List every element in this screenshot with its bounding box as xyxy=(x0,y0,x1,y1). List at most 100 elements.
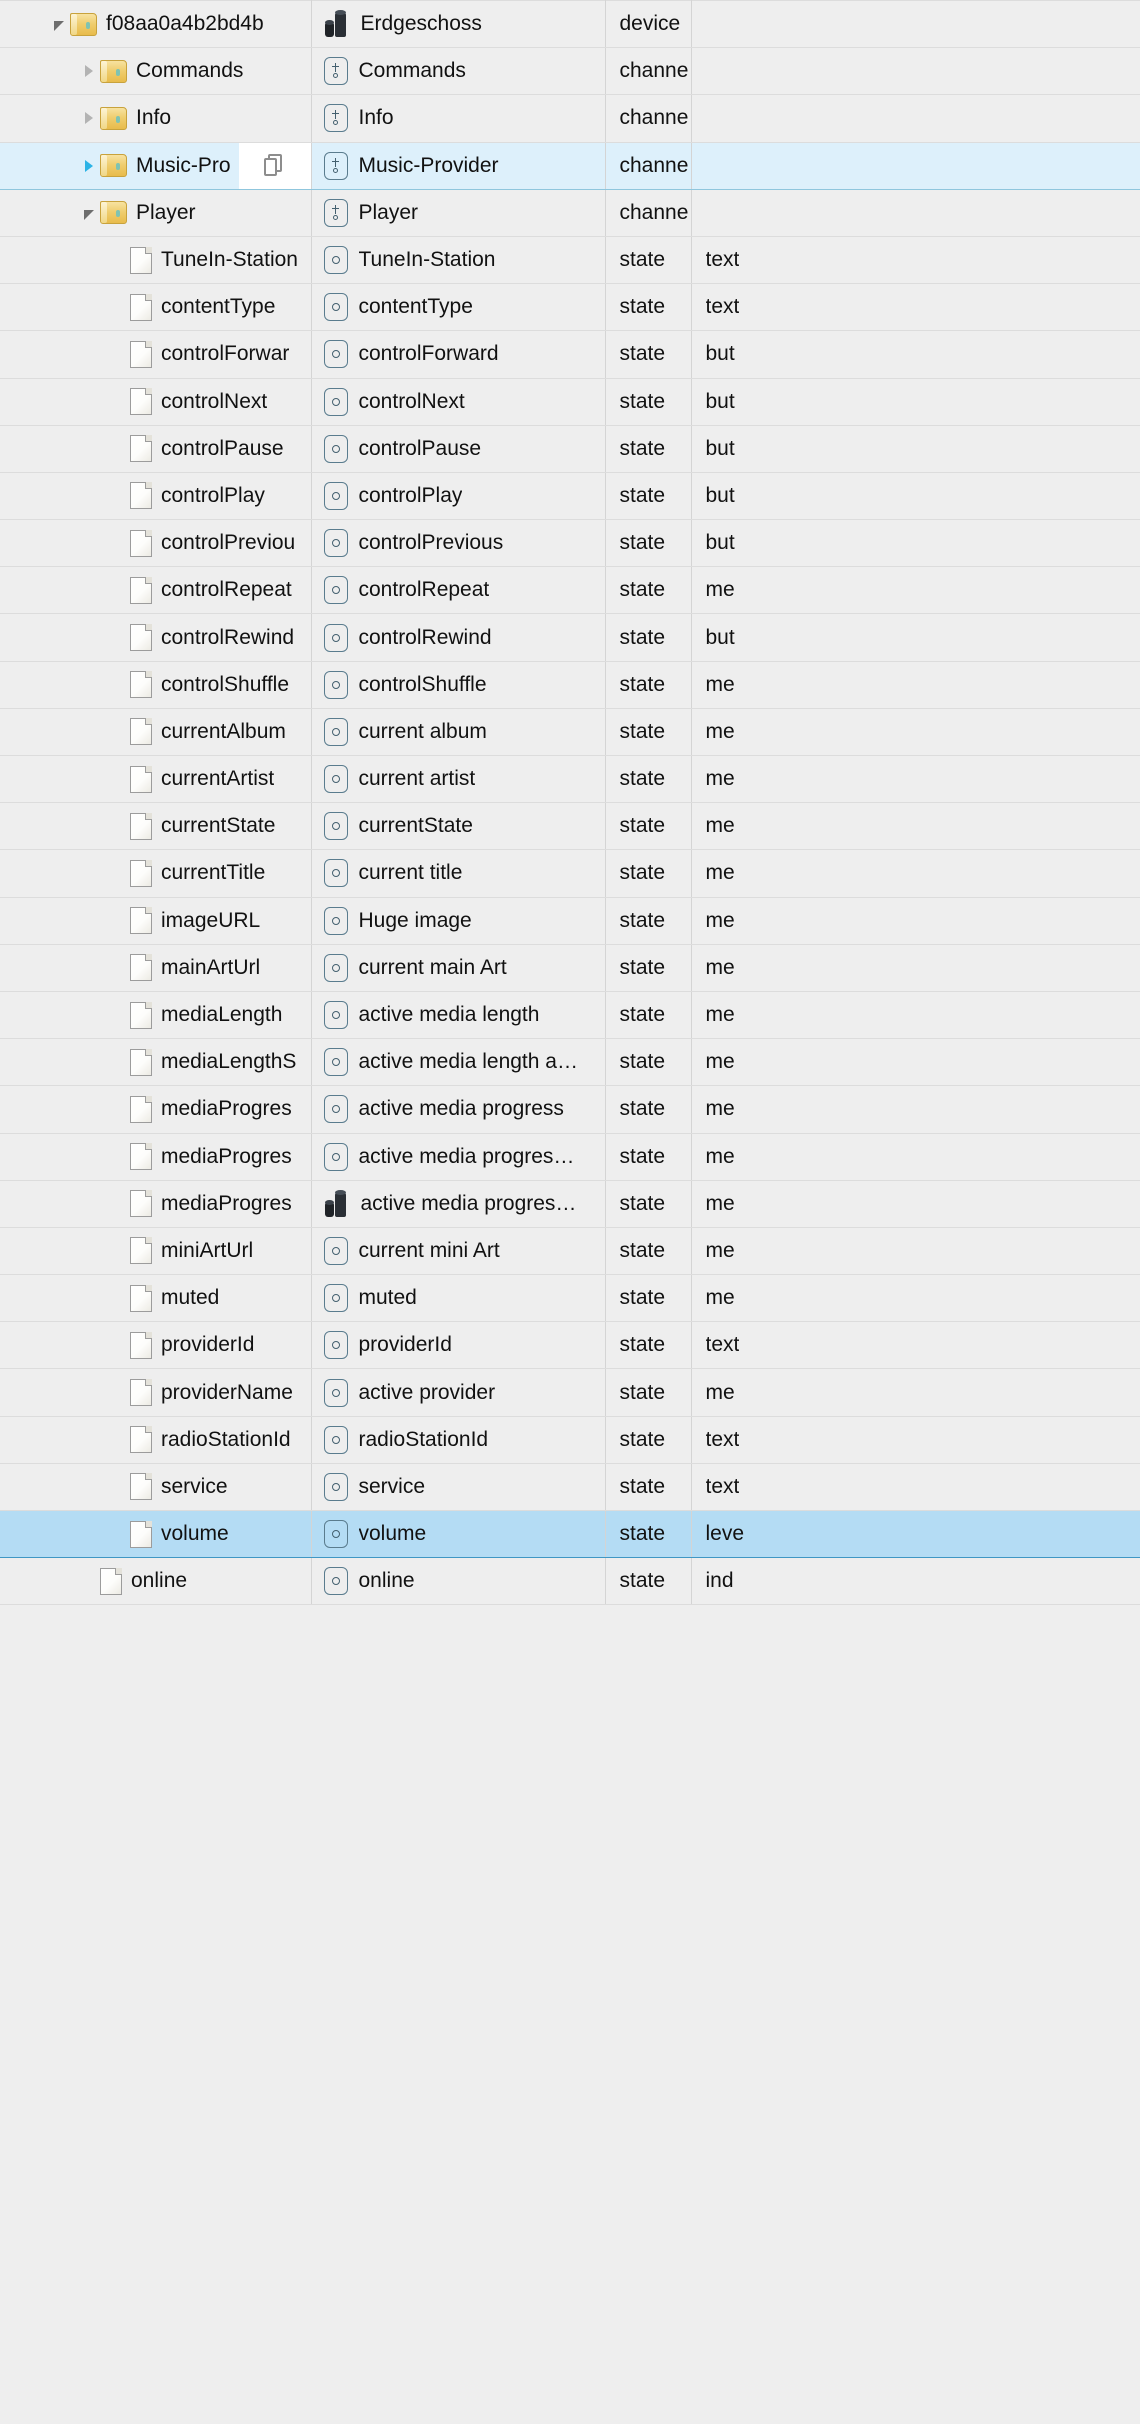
tree-row[interactable]: controlShuffle controlShuffle state me xyxy=(0,661,1140,709)
tree-row[interactable]: radioStationId radioStationId state text xyxy=(0,1416,1140,1464)
tree-row[interactable]: TuneIn-Station TuneIn-Station state text xyxy=(0,236,1140,285)
cell-name[interactable]: Commands xyxy=(0,47,312,96)
cell-kind[interactable]: me xyxy=(691,991,1140,1040)
cell-type[interactable]: state xyxy=(605,991,692,1040)
cell-name[interactable]: controlNext xyxy=(0,378,312,426)
tree-row[interactable]: Music-Pro Music-Provider channe xyxy=(0,142,1140,190)
cell-name[interactable]: Player xyxy=(0,189,312,237)
cell-type[interactable]: state xyxy=(605,1368,692,1417)
cell-type[interactable]: state xyxy=(605,1557,692,1606)
cell-label[interactable]: active provider xyxy=(311,1368,606,1417)
cell-label[interactable]: active media progres… xyxy=(311,1133,606,1181)
cell-type[interactable]: state xyxy=(605,1510,692,1559)
cell-type[interactable]: state xyxy=(605,236,692,285)
cell-label[interactable]: Player xyxy=(311,189,606,237)
cell-label[interactable]: controlRewind xyxy=(311,613,606,662)
cell-label[interactable]: Commands xyxy=(311,47,606,96)
cell-name[interactable]: controlPause xyxy=(0,425,312,473)
tree-row[interactable]: controlPause controlPause state but xyxy=(0,425,1140,473)
tree-row[interactable]: providerId providerId state text xyxy=(0,1321,1140,1370)
cell-label[interactable]: online xyxy=(311,1557,606,1606)
copy-button[interactable] xyxy=(238,142,310,189)
tree-row[interactable]: controlPlay controlPlay state but xyxy=(0,472,1140,521)
cell-type[interactable]: state xyxy=(605,566,692,615)
cell-name[interactable]: controlForwar xyxy=(0,330,312,379)
cell-name[interactable]: Info xyxy=(0,94,312,143)
tree-row[interactable]: controlRepeat controlRepeat state me xyxy=(0,566,1140,615)
cell-type[interactable]: device xyxy=(605,0,692,49)
tree-row[interactable]: Player Player channe xyxy=(0,189,1140,237)
cell-label[interactable]: contentType xyxy=(311,283,606,332)
tree-row[interactable]: providerName active provider state me xyxy=(0,1368,1140,1417)
cell-kind[interactable]: text xyxy=(691,1321,1140,1370)
cell-label[interactable]: Info xyxy=(311,94,606,143)
cell-label[interactable]: current mini Art xyxy=(311,1227,606,1276)
cell-type[interactable]: state xyxy=(605,755,692,804)
tree-row[interactable]: Commands Commands channe xyxy=(0,47,1140,96)
tree-row[interactable]: muted muted state me xyxy=(0,1274,1140,1323)
cell-name[interactable]: providerId xyxy=(0,1321,312,1370)
cell-kind[interactable]: text xyxy=(691,1416,1140,1464)
cell-label[interactable]: TuneIn-Station xyxy=(311,236,606,285)
tree-row[interactable]: currentAlbum current album state me xyxy=(0,708,1140,757)
cell-label[interactable]: current main Art xyxy=(311,944,606,992)
twisty-collapsed-icon[interactable] xyxy=(78,143,100,189)
cell-label[interactable]: muted xyxy=(311,1274,606,1323)
cell-label[interactable]: active media length xyxy=(311,991,606,1040)
tree-row[interactable]: contentType contentType state text xyxy=(0,283,1140,332)
tree-row[interactable]: currentArtist current artist state me xyxy=(0,755,1140,804)
cell-type[interactable]: state xyxy=(605,1038,692,1087)
cell-kind[interactable]: me xyxy=(691,1368,1140,1417)
cell-name[interactable]: volume xyxy=(0,1510,312,1559)
cell-type[interactable]: state xyxy=(605,1133,692,1181)
cell-name[interactable]: mainArtUrl xyxy=(0,944,312,992)
cell-name[interactable]: currentArtist xyxy=(0,755,312,804)
cell-label[interactable]: controlShuffle xyxy=(311,661,606,709)
cell-name[interactable]: service xyxy=(0,1463,312,1512)
tree-row[interactable]: controlPreviou controlPrevious state but xyxy=(0,519,1140,568)
cell-label[interactable]: radioStationId xyxy=(311,1416,606,1464)
cell-type[interactable]: channe xyxy=(605,94,692,143)
cell-kind[interactable]: me xyxy=(691,802,1140,851)
cell-type[interactable]: state xyxy=(605,472,692,521)
cell-kind[interactable]: me xyxy=(691,755,1140,804)
cell-kind[interactable]: but xyxy=(691,330,1140,379)
cell-label[interactable]: current album xyxy=(311,708,606,757)
cell-name[interactable]: mediaLengthS xyxy=(0,1038,312,1087)
cell-name[interactable]: online xyxy=(0,1557,312,1606)
cell-label[interactable]: Erdgeschoss xyxy=(311,0,606,49)
cell-kind[interactable]: me xyxy=(691,1274,1140,1323)
cell-name[interactable]: mediaLength xyxy=(0,991,312,1040)
cell-kind[interactable]: me xyxy=(691,708,1140,757)
cell-kind[interactable]: leve xyxy=(691,1510,1140,1559)
cell-type[interactable]: state xyxy=(605,1227,692,1276)
tree-row[interactable]: miniArtUrl current mini Art state me xyxy=(0,1227,1140,1276)
cell-label[interactable]: active media progress xyxy=(311,1085,606,1134)
cell-type[interactable]: state xyxy=(605,378,692,426)
tree-row[interactable]: f08aa0a4b2bd4b Erdgeschoss device xyxy=(0,0,1140,49)
tree-row[interactable]: mediaProgres active media progres… state me xyxy=(0,1133,1140,1181)
cell-type[interactable]: state xyxy=(605,1321,692,1370)
cell-kind[interactable]: me xyxy=(691,661,1140,709)
tree-row[interactable]: volume volume state leve xyxy=(0,1510,1140,1559)
cell-label[interactable]: currentState xyxy=(311,802,606,851)
cell-name[interactable]: imageURL xyxy=(0,897,312,945)
cell-label[interactable]: current artist xyxy=(311,755,606,804)
cell-type[interactable]: state xyxy=(605,1085,692,1134)
twisty-expanded-icon[interactable] xyxy=(78,190,100,236)
tree-row[interactable]: mediaProgres active media progress state me xyxy=(0,1085,1140,1134)
cell-kind[interactable] xyxy=(691,189,1140,237)
cell-kind[interactable]: but xyxy=(691,613,1140,662)
cell-name[interactable]: f08aa0a4b2bd4b xyxy=(0,0,312,49)
cell-type[interactable]: state xyxy=(605,1274,692,1323)
cell-type[interactable]: state xyxy=(605,330,692,379)
cell-type[interactable]: state xyxy=(605,849,692,898)
cell-type[interactable]: state xyxy=(605,897,692,945)
cell-kind[interactable]: me xyxy=(691,1038,1140,1087)
cell-name[interactable]: contentType xyxy=(0,283,312,332)
tree-row[interactable]: mediaProgres active media progres… state me xyxy=(0,1180,1140,1228)
tree-row[interactable]: controlForwar controlForward state but xyxy=(0,330,1140,379)
tree-row[interactable]: currentState currentState state me xyxy=(0,802,1140,851)
cell-label[interactable]: controlNext xyxy=(311,378,606,426)
cell-type[interactable]: state xyxy=(605,1180,692,1228)
